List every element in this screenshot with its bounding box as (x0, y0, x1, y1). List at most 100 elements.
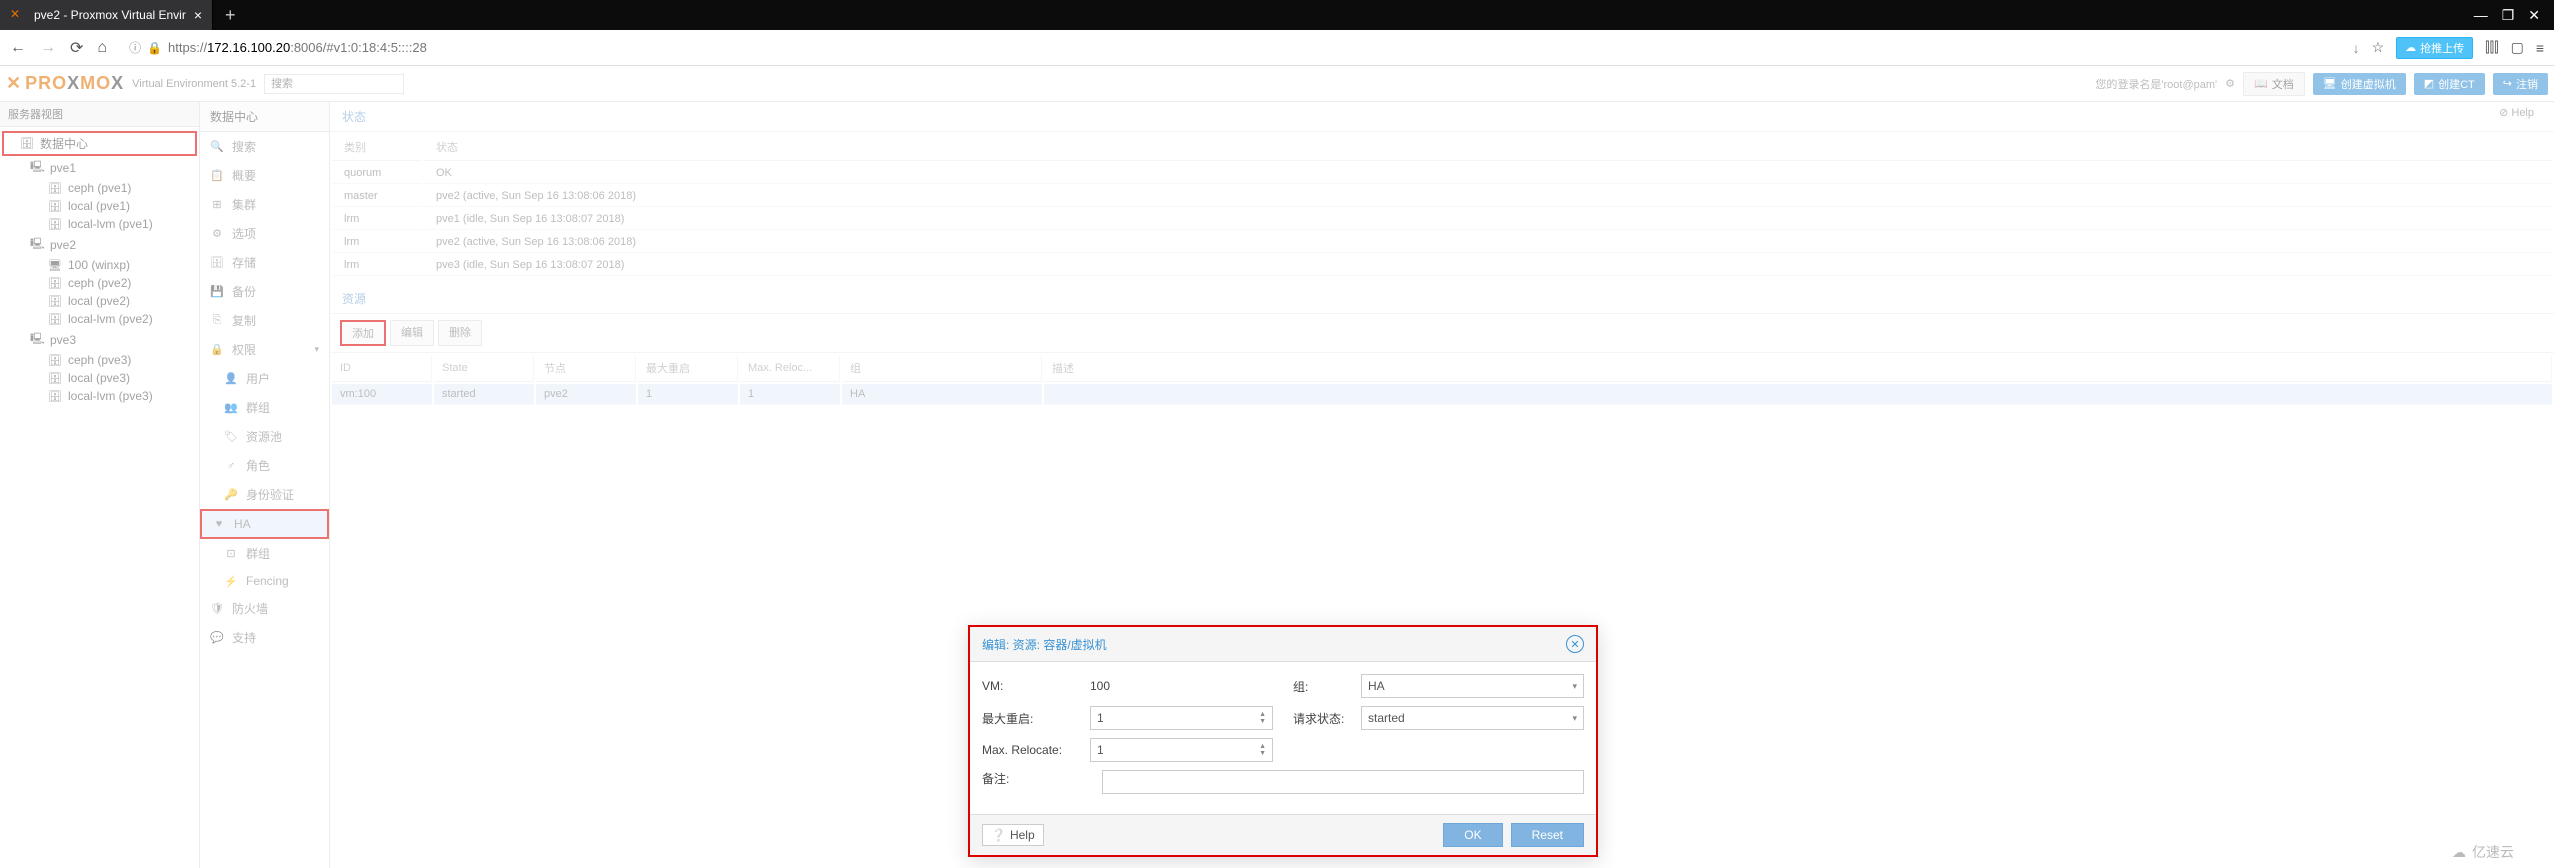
reset-button[interactable]: Reset (1511, 823, 1584, 847)
submenu-support[interactable]: 💬支持 (200, 623, 329, 652)
back-icon[interactable]: ← (10, 39, 26, 57)
add-button[interactable]: 添加 (340, 320, 386, 346)
submenu-fencing[interactable]: ⚡Fencing (200, 568, 329, 594)
tree-node-pve1[interactable]: 🖳pve1 (0, 156, 199, 179)
submenu-ha-groups[interactable]: ⊡群组 (200, 539, 329, 568)
tree-storage[interactable]: 🗄local-lvm (pve3) (0, 387, 199, 405)
group-select[interactable]: HA▾ (1361, 674, 1584, 698)
dialog-title: 编辑: 资源: 容器/虚拟机 (982, 636, 1107, 653)
close-icon[interactable]: ✕ (2528, 7, 2540, 24)
server-tree: 🗄数据中心 🖳pve1 🗄ceph (pve1) 🗄local (pve1) 🗄… (0, 127, 199, 409)
home-icon[interactable]: ⌂ (97, 39, 107, 57)
forward-icon[interactable]: → (40, 39, 56, 57)
col-maxreloc: Max. Reloc... (740, 355, 840, 382)
upload-action-button[interactable]: ☁抢推上传 (2396, 37, 2473, 59)
help-link[interactable]: ⊘ Help (2499, 106, 2534, 119)
maximize-icon[interactable]: ❐ (2502, 7, 2515, 24)
reqstate-select[interactable]: started▾ (1361, 706, 1584, 730)
tree-vm[interactable]: 🖥100 (winxp) (0, 256, 199, 274)
create-vm-button[interactable]: 🖥创建虚拟机 (2313, 73, 2406, 95)
tree-node-pve3[interactable]: 🖳pve3 (0, 328, 199, 351)
floppy-icon: 💾 (210, 285, 224, 298)
create-ct-button[interactable]: ◩创建CT (2414, 73, 2485, 95)
docs-button[interactable]: 📖文档 (2243, 72, 2305, 96)
col-group: 组 (842, 355, 1042, 382)
comments-icon: 💬 (210, 631, 224, 644)
maxrestart-input[interactable]: 1▲▼ (1090, 706, 1273, 730)
tree-storage[interactable]: 🗄ceph (pve2) (0, 274, 199, 292)
submenu-permissions[interactable]: 🔒权限 (200, 335, 329, 364)
storage-icon: 🗄 (48, 182, 62, 195)
submenu-pools[interactable]: 🏷资源池 (200, 422, 329, 451)
star-icon[interactable]: ☆ (2372, 39, 2385, 56)
maxreloc-input[interactable]: 1▲▼ (1090, 738, 1273, 762)
tree-storage[interactable]: 🗄local (pve2) (0, 292, 199, 310)
logout-button[interactable]: ↪注销 (2493, 73, 2548, 95)
tree-storage[interactable]: 🗄ceph (pve3) (0, 351, 199, 369)
submenu-ha[interactable]: ♥HA (200, 509, 329, 539)
submenu-auth[interactable]: 🔑身份验证 (200, 480, 329, 509)
table-row[interactable]: vm:100 started pve2 1 1 HA (332, 384, 2552, 405)
submenu-firewall[interactable]: 🛡防火墙 (200, 594, 329, 623)
tree-header: 服务器视图 (0, 102, 199, 127)
tree-storage[interactable]: 🗄local-lvm (pve1) (0, 215, 199, 233)
submenu-roles[interactable]: ♂角色 (200, 451, 329, 480)
comment-input[interactable] (1102, 770, 1584, 794)
tree-storage[interactable]: 🗄local-lvm (pve2) (0, 310, 199, 328)
menu-icon[interactable]: ≡ (2536, 40, 2544, 56)
chevron-down-icon: ▾ (1572, 713, 1577, 724)
tree-storage[interactable]: 🗄local (pve1) (0, 197, 199, 215)
col-maxrestart: 最大重启 (638, 355, 738, 382)
search-icon: 🔍 (210, 140, 224, 153)
remove-button[interactable]: 删除 (438, 320, 482, 346)
download-icon[interactable]: ↓ (2353, 40, 2360, 56)
url-bar[interactable]: ⓘ 🔒 https://172.16.100.20:8006/#v1:0:18:… (121, 35, 2339, 61)
submenu-cluster[interactable]: ⊞集群 (200, 190, 329, 219)
tab-add-button[interactable]: + (213, 5, 248, 26)
submenu-options[interactable]: ⚙选项 (200, 219, 329, 248)
submenu-backup[interactable]: 💾备份 (200, 277, 329, 306)
col-node: 节点 (536, 355, 636, 382)
server-icon: 🖳 (30, 235, 44, 254)
reload-icon[interactable]: ⟳ (70, 38, 83, 58)
cloud-icon: ☁ (2452, 844, 2466, 861)
submenu-replication[interactable]: ⎘复制 (200, 306, 329, 335)
tab-close-icon[interactable]: × (194, 7, 202, 23)
login-user-label: 您的登录名是'root@pam' (2095, 76, 2217, 92)
dialog-close-button[interactable]: ✕ (1566, 635, 1584, 653)
submenu-users[interactable]: 👤用户 (200, 364, 329, 393)
dialog-header[interactable]: 编辑: 资源: 容器/虚拟机 ✕ (970, 627, 1596, 662)
object-group-icon: ⊡ (224, 547, 238, 560)
submenu-summary[interactable]: 📋概要 (200, 161, 329, 190)
sidebar-icon[interactable]: ▢ (2511, 39, 2524, 56)
submenu-search[interactable]: 🔍搜索 (200, 132, 329, 161)
storage-icon: 🗄 (48, 313, 62, 326)
ok-button[interactable]: OK (1443, 823, 1502, 847)
storage-icon: 🗄 (48, 200, 62, 213)
tree-node-pve2[interactable]: 🖳pve2 (0, 233, 199, 256)
gear-icon[interactable]: ⚙ (2225, 77, 2235, 90)
tree-storage[interactable]: 🗄ceph (pve1) (0, 179, 199, 197)
tags-icon: 🏷 (224, 430, 238, 443)
status-row: lrmpve3 (idle, Sun Sep 16 13:08:07 2018) (332, 255, 2552, 276)
browser-tab[interactable]: ✕ pve2 - Proxmox Virtual Envir × (0, 0, 213, 30)
tree-storage[interactable]: 🗄local (pve3) (0, 369, 199, 387)
submenu-storage[interactable]: 🗄存储 (200, 248, 329, 277)
dialog-help-button[interactable]: ❔Help (982, 824, 1044, 846)
group-label: 组: (1293, 678, 1353, 695)
storage-icon: 🗄 (210, 256, 224, 269)
datacenter-icon: 🗄 (20, 137, 34, 150)
spinner-icon[interactable]: ▲▼ (1259, 711, 1266, 725)
tree-datacenter[interactable]: 🗄数据中心 (2, 131, 197, 156)
server-tree-panel: 服务器视图 🗄数据中心 🖳pve1 🗄ceph (pve1) 🗄local (p… (0, 102, 200, 868)
submenu-title: 数据中心 (200, 102, 329, 132)
submenu-groups[interactable]: 👥群组 (200, 393, 329, 422)
minimize-icon[interactable]: — (2474, 7, 2488, 24)
edit-button[interactable]: 编辑 (390, 320, 434, 346)
spinner-icon[interactable]: ▲▼ (1259, 743, 1266, 757)
library-icon[interactable]: ⫿⫿⫿ (2485, 39, 2498, 56)
col-status: 状态 (424, 134, 2552, 161)
logo-x-icon: ✕ (6, 73, 21, 94)
status-row: masterpve2 (active, Sun Sep 16 13:08:06 … (332, 186, 2552, 207)
search-input[interactable] (264, 74, 404, 94)
